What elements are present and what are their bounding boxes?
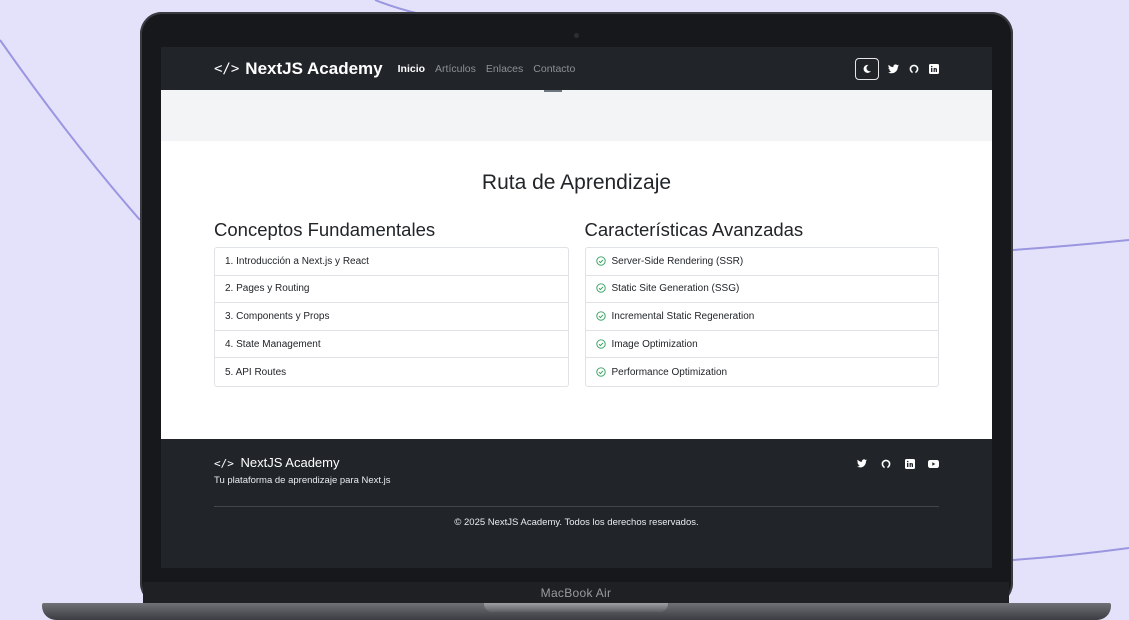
nav-active-indicator bbox=[544, 90, 562, 92]
check-circle-icon bbox=[595, 367, 607, 378]
fundamentals-column: Conceptos Fundamentales 1. Introducción … bbox=[214, 219, 569, 387]
advanced-title: Características Avanzadas bbox=[584, 219, 804, 240]
fundamentals-title: Conceptos Fundamentales bbox=[214, 219, 436, 240]
footer-brand: </> NextJS Academy bbox=[214, 455, 391, 470]
footer-brand-block: </> NextJS Academy Tu plataforma de apre… bbox=[214, 455, 391, 486]
fundamentals-list: 1. Introducción a Next.js y React 2. Pag… bbox=[214, 247, 569, 387]
footer-brand-text: NextJS Academy bbox=[240, 455, 340, 470]
list-item: Incremental Static Regeneration bbox=[585, 303, 938, 331]
nav-actions bbox=[855, 57, 939, 80]
page-title: Ruta de Aprendizaje bbox=[481, 171, 672, 194]
linkedin-icon[interactable] bbox=[928, 63, 939, 74]
code-icon: </> bbox=[214, 457, 234, 470]
list-item: 3. Components y Props bbox=[215, 303, 568, 331]
webcam bbox=[574, 33, 579, 38]
hero-band bbox=[161, 90, 992, 141]
brand-text: NextJS Academy bbox=[245, 58, 383, 78]
list-item-label: Incremental Static Regeneration bbox=[611, 310, 755, 322]
learning-columns: Conceptos Fundamentales 1. Introducción … bbox=[214, 219, 939, 387]
nav-link-articulos[interactable]: Artículos bbox=[435, 63, 476, 75]
list-item: 2. Pages y Routing bbox=[215, 276, 568, 304]
check-circle-icon bbox=[595, 283, 607, 294]
list-item-label: Server-Side Rendering (SSR) bbox=[611, 255, 744, 267]
check-circle-icon bbox=[595, 338, 607, 350]
twitter-icon[interactable] bbox=[888, 63, 899, 74]
list-item: 5. API Routes bbox=[225, 366, 287, 378]
nav-links: Inicio Artículos Enlaces Contacto bbox=[398, 63, 576, 75]
footer-top: </> NextJS Academy Tu plataforma de apre… bbox=[214, 455, 939, 486]
list-item-label: Image Optimization bbox=[611, 338, 698, 350]
list-item: Server-Side Rendering (SSR) bbox=[585, 248, 938, 276]
nav-link-inicio[interactable]: Inicio bbox=[398, 63, 425, 75]
footer-social-icons bbox=[856, 458, 939, 486]
twitter-icon[interactable] bbox=[856, 458, 867, 469]
check-circle-icon bbox=[595, 311, 607, 322]
code-icon: </> bbox=[214, 60, 240, 77]
list-item: 4. State Management bbox=[215, 331, 568, 359]
device-label: MacBook Air bbox=[143, 582, 1009, 605]
nav-link-enlaces[interactable]: Enlaces bbox=[486, 63, 523, 75]
linkedin-icon[interactable] bbox=[904, 458, 915, 469]
youtube-icon[interactable] bbox=[928, 458, 939, 469]
github-icon[interactable] bbox=[880, 458, 891, 469]
list-item: Image Optimization bbox=[585, 331, 938, 359]
list-item-label: Performance Optimization bbox=[611, 366, 728, 378]
advanced-list: Server-Side Rendering (SSR) Static Site … bbox=[584, 247, 939, 387]
check-circle-icon bbox=[595, 256, 607, 267]
theme-toggle-button[interactable] bbox=[855, 57, 879, 80]
list-item: Static Site Generation (SSG) bbox=[585, 276, 938, 304]
footer: </> NextJS Academy Tu plataforma de apre… bbox=[161, 439, 992, 568]
brand[interactable]: </> NextJS Academy bbox=[214, 59, 383, 79]
laptop-notch bbox=[484, 603, 668, 612]
github-icon[interactable] bbox=[908, 63, 919, 74]
footer-divider bbox=[214, 506, 939, 507]
list-item-label: Static Site Generation (SSG) bbox=[611, 283, 740, 295]
moon-icon bbox=[863, 64, 871, 73]
copyright-text: © 2025 NextJS Academy. Todos los derecho… bbox=[454, 517, 699, 528]
advanced-column: Características Avanzadas Server-Side Re… bbox=[584, 219, 939, 387]
main-content: Ruta de Aprendizaje Conceptos Fundamenta… bbox=[161, 171, 992, 387]
browser-viewport: </> NextJS Academy Inicio Artículos Enla… bbox=[161, 47, 992, 568]
footer-tagline: Tu plataforma de aprendizaje para Next.j… bbox=[214, 475, 391, 486]
navbar: </> NextJS Academy Inicio Artículos Enla… bbox=[161, 47, 992, 92]
list-item: Performance Optimization bbox=[586, 358, 939, 386]
nav-link-contacto[interactable]: Contacto bbox=[533, 63, 575, 75]
list-item: 1. Introducción a Next.js y React bbox=[215, 248, 568, 276]
